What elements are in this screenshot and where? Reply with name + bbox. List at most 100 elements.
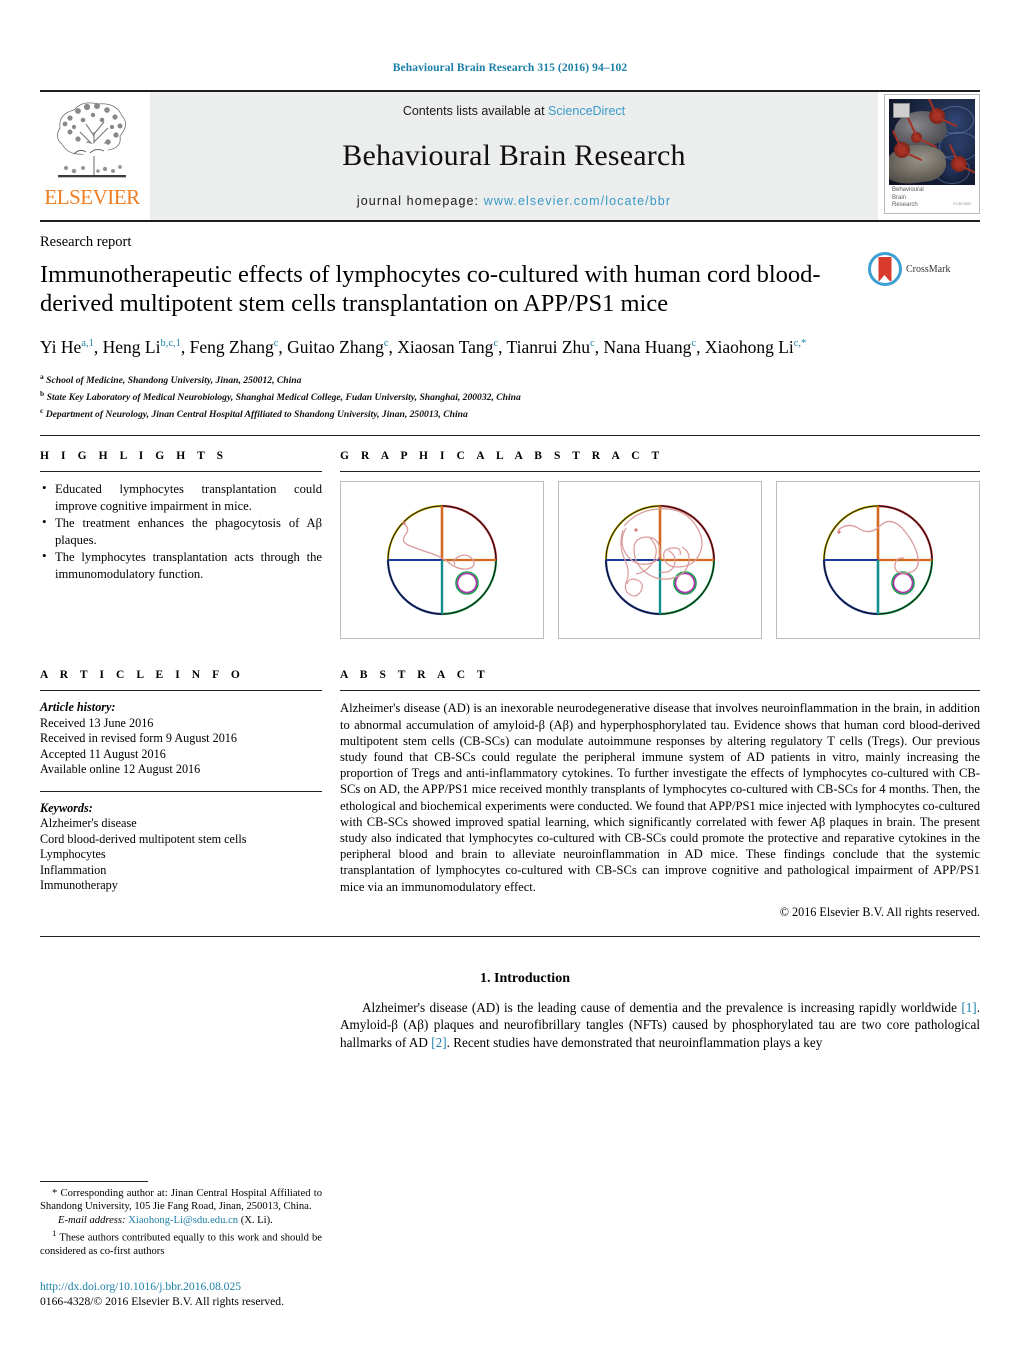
article-info-divider [40,790,322,792]
graphical-abstract-column: G R A P H I C A L A B S T R A C T [340,450,980,640]
affiliation-list: a School of Medicine, Shandong Universit… [40,370,980,422]
journal-homepage-link[interactable]: www.elsevier.com/locate/bbr [484,194,671,208]
cover-label-line1: Behavioural [892,187,924,193]
issn-copyright-line: 0166-4328/© 2016 Elsevier B.V. All right… [40,1295,284,1308]
elsevier-tree-icon [50,98,134,186]
article-head: Research report CrossMark Immunotherapeu… [40,222,980,421]
email-link[interactable]: Xiaohong-Li@sdu.edu.cn [128,1215,238,1226]
author-affiliation-mark: a,1 [81,338,94,349]
crossmark-icon [868,252,902,286]
cover-label-publisher: ELSEVIER [953,201,971,206]
author-list: Yi Hea,1, Heng Lib,c,1, Feng Zhangc, Gui… [40,336,807,357]
author-affiliation-mark: c [493,338,499,349]
article-kind: Research report [40,234,132,250]
author-name: Guitao Zhang [287,336,384,357]
doi-link[interactable]: http://dx.doi.org/10.1016/j.bbr.2016.08.… [40,1279,460,1294]
crossmark-badge-group[interactable]: CrossMark [868,252,980,286]
highlights-column: H I G H L I G H T S Educated lymphocytes… [40,450,322,639]
introduction-column: 1. Introduction Alzheimer's disease (AD)… [340,951,980,1052]
keywords-header: Keywords: [40,800,93,815]
article-info-column: A R T I C L E I N F O Article history: R… [40,669,322,919]
footnotes-block: * Corresponding author at: Jinan Central… [40,1180,322,1260]
citation-ref-1[interactable]: [1] [961,1000,976,1015]
highlights-heading: H I G H L I G H T S [40,450,228,463]
introduction-row: 1. Introduction Alzheimer's disease (AD)… [40,951,980,1052]
journal-title: Behavioural Brain Research [342,139,686,172]
keywords-list: Alzheimer's disease Cord blood-derived mu… [40,816,322,894]
cover-artwork [889,99,975,185]
highlights-rule [40,471,322,473]
highlight-item: The treatment enhances the phagocytosis … [40,514,322,548]
abstract-text: Alzheimer's disease (AD) is an inexorabl… [340,701,980,894]
article-history-item: Received 13 June 2016 [40,715,154,730]
article-history-list: Received 13 June 2016 Received in revised… [40,716,322,778]
abstract-column: A B S T R A C T Alzheimer's disease (AD)… [340,669,980,919]
keyword-item: Cord blood-derived multipotent stem cell… [40,831,247,846]
author-name: Xiaosan Tang [397,336,494,357]
keyword-item: Immunotherapy [40,878,118,893]
running-head: Behavioural Brain Research 315 (2016) 94… [392,62,628,74]
email-note: E-mail address: Xiaohong-Li@sdu.edu.cn (… [40,1214,322,1228]
introduction-paragraph: Alzheimer's disease (AD) is the leading … [340,999,980,1052]
article-history-block: Article history: Received 13 June 2016 Re… [40,700,322,778]
doi-block: http://dx.doi.org/10.1016/j.bbr.2016.08.… [40,1279,460,1309]
equal-contribution-note: 1 These authors contributed equally to t… [40,1227,322,1259]
introduction-heading: 1. Introduction [480,970,570,986]
info-abstract-row: A R T I C L E I N F O Article history: R… [40,669,980,919]
article-history-item: Received in revised form 9 August 2016 [40,731,237,746]
affiliation-mark: c [40,406,44,416]
sciencedirect-link[interactable]: ScienceDirect [548,104,625,118]
abstract-heading: A B S T R A C T [340,669,490,682]
author-affiliation-mark: c [273,338,279,349]
elsevier-wordmark: ELSEVIER [44,185,140,209]
article-history-header: Article history: [40,700,116,715]
author-affiliation-mark: c,* [793,338,807,349]
graphical-abstract-panels [340,481,980,640]
affiliation-mark: b [40,389,45,399]
article-history-item: Accepted 11 August 2016 [40,746,166,761]
article-head-rule [40,435,980,437]
elsevier-logo: ELSEVIER [40,92,144,220]
affiliation-mark: a [40,371,44,381]
highlights-graphical-row: H I G H L I G H T S Educated lymphocytes… [40,450,980,640]
cover-label: Behavioural Brain Research ELSEVIER [889,186,975,210]
abstract-bottom-rule [40,935,980,937]
abstract-copyright: © 2016 Elsevier B.V. All rights reserved… [779,904,980,919]
highlights-list: Educated lymphocytes transplantation cou… [40,480,322,582]
journal-cover-thumbnail: Behavioural Brain Research ELSEVIER [884,94,980,214]
article-info-rule [40,690,322,692]
journal-homepage-line: journal homepage: www.elsevier.com/locat… [357,194,671,208]
paper-page: Behavioural Brain Research 315 (2016) 94… [0,0,1020,1351]
contents-prefix: Contents lists available at [402,104,549,118]
intro-part-1: Alzheimer's disease (AD) is the leading … [362,999,962,1015]
intro-part-3: . Recent studies have demonstrated that … [446,1035,823,1051]
author-name: Nana Huang [603,336,692,357]
author-name: Xiaohong Li [704,336,794,357]
homepage-prefix: journal homepage: [356,194,484,208]
article-info-heading: A R T I C L E I N F O [40,669,245,682]
highlight-item: Educated lymphocytes transplantation cou… [40,480,322,514]
abstract-rule [340,690,980,692]
email-suffix: (X. Li). [240,1214,273,1226]
page-title: Immunotherapeutic effects of lymphocytes… [40,261,821,317]
affiliation-item: a School of Medicine, Shandong Universit… [40,371,302,387]
affiliation-item: b State Key Laboratory of Medical Neurob… [40,389,521,404]
citation-ref-2[interactable]: [2] [431,1035,446,1050]
graphical-abstract-panel-3 [776,481,980,640]
keyword-item: Lymphocytes [40,847,106,862]
graphical-abstract-heading: G R A P H I C A L A B S T R A C T [340,450,664,463]
contents-list-line: Contents lists available at ScienceDirec… [403,104,625,118]
affiliation-item: c Department of Neurology, Jinan Central… [40,406,468,421]
crossmark-label: CrossMark [906,263,951,275]
author-name: Feng Zhang [189,336,274,357]
author-name: Yi He [40,336,82,357]
author-affiliation-mark: c [383,338,389,349]
email-label: E-mail address: [58,1214,126,1226]
keywords-block: Keywords: Alzheimer's disease Cord blood-… [40,801,322,894]
journal-masthead: ELSEVIER Contents lists available at Sci… [40,90,980,220]
author-name: Tianrui Zhu [506,336,591,357]
graphical-abstract-rule [340,471,980,473]
graphical-abstract-panel-1 [340,481,544,640]
author-affiliation-mark: b,c,1 [160,338,181,349]
footnote-rule [40,1180,148,1182]
